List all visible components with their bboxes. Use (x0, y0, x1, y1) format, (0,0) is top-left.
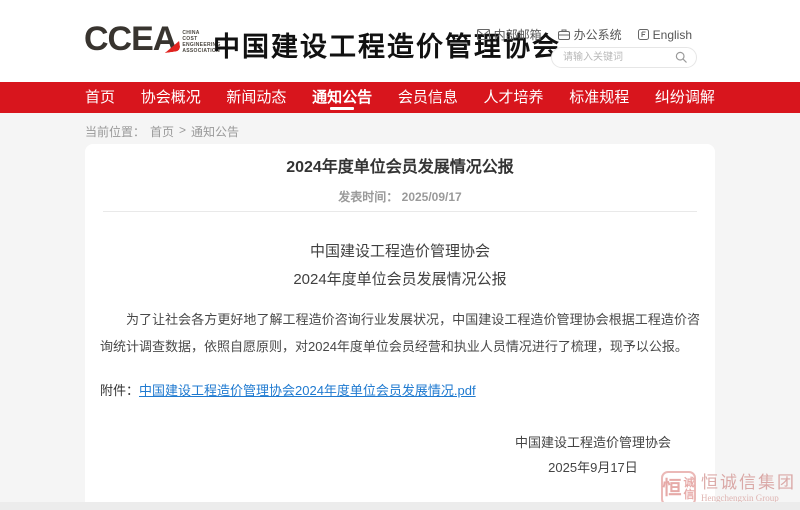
attachment-pdf-link[interactable]: 中国建设工程造价管理协会2024年度单位会员发展情况.pdf (139, 383, 476, 398)
publish-date-label: 发表时间： (338, 190, 398, 204)
signature-org: 中国建设工程造价管理协会 (515, 430, 671, 455)
nav-item-news[interactable]: 新闻动态 (226, 82, 286, 113)
breadcrumb: 当前位置： 首页 > 通知公告 (85, 123, 239, 140)
internal-mailbox-label: 内部邮箱 (494, 26, 542, 43)
nav-item-training[interactable]: 人才培养 (484, 82, 544, 113)
signature-date: 2025年9月17日 (515, 455, 671, 480)
nav-item-dispute[interactable]: 纠纷调解 (655, 82, 715, 113)
ccea-wordmark-text: CCEA (84, 20, 176, 58)
ccea-wordmark: CCEA (84, 21, 176, 57)
watermark-text: 恒诚信集团 Hengchengxin Group (701, 473, 796, 504)
title-divider (103, 211, 697, 212)
seal-char-top: 诚 (684, 477, 695, 489)
active-tab-indicator (330, 107, 354, 110)
article-card: 2024年度单位会员发展情况公报 发表时间： 2025/09/17 中国建设工程… (85, 144, 715, 502)
english-label: English (653, 28, 692, 42)
nav-item-standards[interactable]: 标准规程 (569, 82, 629, 113)
document-org-line: 中国建设工程造价管理协会 (85, 242, 715, 262)
breadcrumb-label: 当前位置： (85, 123, 145, 140)
signature-block: 中国建设工程造价管理协会 2025年9月17日 (515, 430, 671, 480)
office-system-label: 办公系统 (574, 26, 622, 43)
main-nav-inner: 首页 协会概况 新闻动态 通知公告 会员信息 人才培养 标准规程 纠纷调解 (85, 82, 715, 113)
search-box (551, 47, 697, 68)
ccea-logo[interactable]: CCEA CHINA COST ENGINEERING ASSOCIATION (84, 21, 221, 57)
publish-date-value: 2025/09/17 (402, 190, 462, 204)
page-title: 2024年度单位会员发展情况公报 (85, 157, 715, 178)
office-system-link[interactable]: 办公系统 (558, 26, 622, 43)
nav-item-home[interactable]: 首页 (85, 82, 115, 113)
nav-item-notices[interactable]: 通知公告 (312, 82, 372, 113)
article-paragraph: 为了让社会各方更好地了解工程造价咨询行业发展状况，中国建设工程造价管理协会根据工… (100, 306, 700, 360)
nav-item-about[interactable]: 协会概况 (141, 82, 201, 113)
internal-mailbox-link[interactable]: 内部邮箱 (477, 26, 542, 43)
attachment-label: 附件： (100, 383, 139, 398)
breadcrumb-separator: > (179, 123, 186, 140)
watermark-name: 恒诚信集团 (701, 473, 796, 493)
nav-item-members[interactable]: 会员信息 (398, 82, 458, 113)
seal-char-bottom: 信 (684, 489, 695, 501)
search-icon[interactable] (675, 51, 688, 69)
hengchengxin-watermark: 恒 诚 信 恒诚信集团 Hengchengxin Group (661, 471, 796, 506)
attachment-line: 附件：中国建设工程造价管理协会2024年度单位会员发展情况.pdf (100, 382, 700, 400)
footer-strip (0, 502, 800, 510)
breadcrumb-current: 通知公告 (191, 123, 239, 140)
breadcrumb-home-link[interactable]: 首页 (150, 123, 174, 140)
seal-char-left: 恒 (663, 479, 682, 498)
document-title-line: 2024年度单位会员发展情况公报 (85, 270, 715, 290)
briefcase-icon (558, 29, 570, 40)
mail-icon (477, 29, 490, 40)
utility-links: 内部邮箱 办公系统 English (477, 26, 692, 43)
english-link[interactable]: English (638, 26, 692, 43)
main-nav: 首页 协会概况 新闻动态 通知公告 会员信息 人才培养 标准规程 纠纷调解 (0, 82, 800, 113)
book-icon (638, 29, 649, 40)
hengchengxin-seal-icon: 恒 诚 信 (661, 471, 696, 506)
publish-date-line: 发表时间： 2025/09/17 (85, 190, 715, 205)
nav-item-notices-label: 通知公告 (312, 89, 372, 106)
site-header: CCEA CHINA COST ENGINEERING ASSOCIATION … (0, 0, 800, 82)
